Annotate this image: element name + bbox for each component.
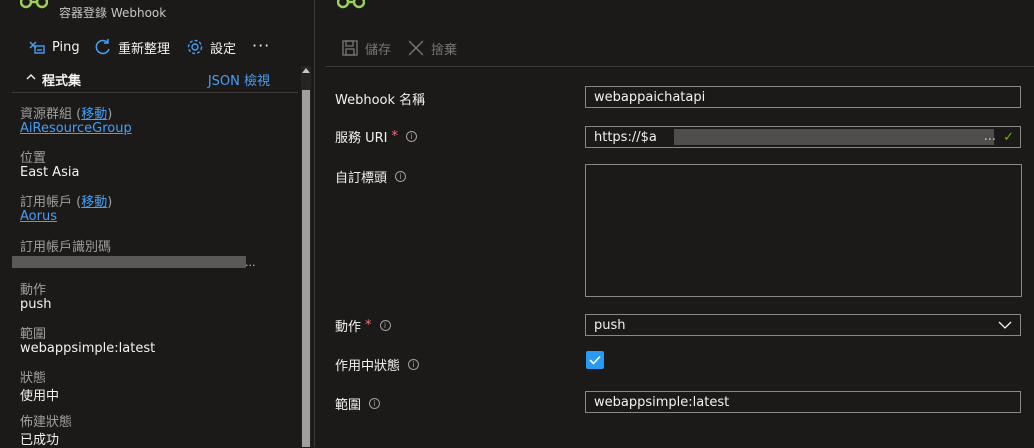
- webhook-name-input[interactable]: webappaichatapi: [585, 86, 1021, 108]
- gear-icon: [187, 39, 203, 55]
- chevron-down-icon: [998, 321, 1012, 329]
- subscription-id-redacted: [12, 256, 246, 268]
- subscription-label: 訂用帳戶 (移動): [20, 195, 113, 210]
- service-uri-redacted: [674, 129, 994, 145]
- refresh-label: 重新整理: [118, 41, 171, 57]
- overview-toolbar: Ping 重新整理 設定 ···: [0, 36, 314, 60]
- essentials-title: 程式集: [42, 74, 82, 89]
- discard-label: 捨棄: [431, 42, 458, 58]
- resource-group-move-link[interactable]: 移動: [81, 107, 107, 122]
- ping-label: Ping: [52, 39, 80, 55]
- status-label: 狀態: [20, 371, 47, 386]
- info-icon[interactable]: i: [395, 171, 407, 182]
- save-icon: [342, 40, 358, 56]
- left-scrollbar[interactable]: [301, 66, 311, 447]
- service-uri-input[interactable]: https://$a ... ✓: [585, 126, 1021, 148]
- scope-value: webappsimple:latest: [20, 341, 156, 356]
- provisioning-value: 已成功: [20, 433, 60, 448]
- location-label: 位置: [20, 151, 47, 166]
- webhook-settings-panel: 儲存 捨棄 Webhook 名稱 webappaichatapi 服務 URI *…: [315, 0, 1034, 447]
- info-icon[interactable]: i: [369, 398, 381, 409]
- subscription-id-ellipsis: ...: [245, 256, 256, 269]
- webhook-logo-icon: [337, 0, 365, 9]
- refresh-button[interactable]: 重新整理: [94, 36, 170, 58]
- settings-button[interactable]: 設定: [186, 36, 236, 58]
- page-subtitle: 容器登錄 Webhook: [59, 6, 167, 20]
- service-uri-label: 服務 URI * i: [335, 127, 418, 146]
- active-status-label: 作用中狀態 i: [335, 355, 420, 374]
- location-value: East Asia: [20, 165, 80, 180]
- action-value: push: [20, 297, 52, 312]
- custom-headers-textarea[interactable]: [585, 164, 1022, 297]
- chevron-up-icon: [26, 74, 36, 80]
- scroll-up-icon[interactable]: [302, 68, 310, 73]
- discard-button[interactable]: 捨棄: [407, 39, 457, 58]
- action-dropdown[interactable]: push: [585, 314, 1021, 336]
- settings-toolbar: 儲存 捨棄: [341, 37, 473, 59]
- resource-group-label: 資源群組 (移動): [20, 107, 113, 122]
- scope-input[interactable]: webappsimple:latest: [585, 391, 1021, 413]
- webhook-overview-panel: 容器登錄 Webhook Ping 重新整理 設定 ··· 程式集 JSON 檢…: [0, 0, 314, 448]
- active-status-checkbox[interactable]: [586, 351, 604, 369]
- validation-check-icon: ✓: [1003, 130, 1014, 145]
- subscription-move-link[interactable]: 移動: [81, 195, 107, 210]
- more-button[interactable]: ···: [252, 36, 270, 55]
- checkmark-icon: [589, 355, 601, 365]
- webhook-name-label: Webhook 名稱: [335, 93, 426, 108]
- action-field-label: 動作 * i: [335, 316, 391, 335]
- info-icon[interactable]: i: [408, 359, 420, 370]
- save-label: 儲存: [365, 42, 392, 58]
- required-marker: *: [365, 318, 372, 333]
- scroll-thumb[interactable]: [302, 90, 310, 447]
- subscription-value[interactable]: Aorus: [20, 209, 57, 224]
- save-button[interactable]: 儲存: [341, 39, 391, 58]
- custom-headers-label: 自訂標頭 i: [335, 167, 407, 186]
- scope-field-label: 範圍 i: [335, 394, 381, 413]
- status-value: 使用中: [20, 389, 60, 404]
- close-icon: [408, 40, 424, 56]
- json-view-link[interactable]: JSON 檢視: [208, 70, 270, 89]
- info-icon[interactable]: i: [406, 131, 418, 142]
- service-uri-ellipsis: ...: [983, 129, 996, 144]
- toolbar-separator: [325, 66, 1034, 67]
- ping-icon: [29, 41, 45, 54]
- action-label: 動作: [20, 283, 47, 298]
- ping-button[interactable]: Ping: [28, 36, 80, 58]
- webhook-logo-icon: [20, 0, 48, 9]
- required-marker: *: [391, 129, 399, 144]
- resource-group-value[interactable]: AiResourceGroup: [20, 121, 132, 136]
- essentials-header[interactable]: 程式集 JSON 檢視: [12, 66, 298, 93]
- settings-label: 設定: [210, 41, 237, 57]
- refresh-icon: [95, 39, 110, 55]
- info-icon[interactable]: i: [379, 320, 391, 331]
- subscription-id-label: 訂用帳戶識別碼: [20, 240, 112, 255]
- provisioning-label: 佈建狀態: [20, 415, 73, 430]
- scope-label: 範圍: [20, 327, 47, 342]
